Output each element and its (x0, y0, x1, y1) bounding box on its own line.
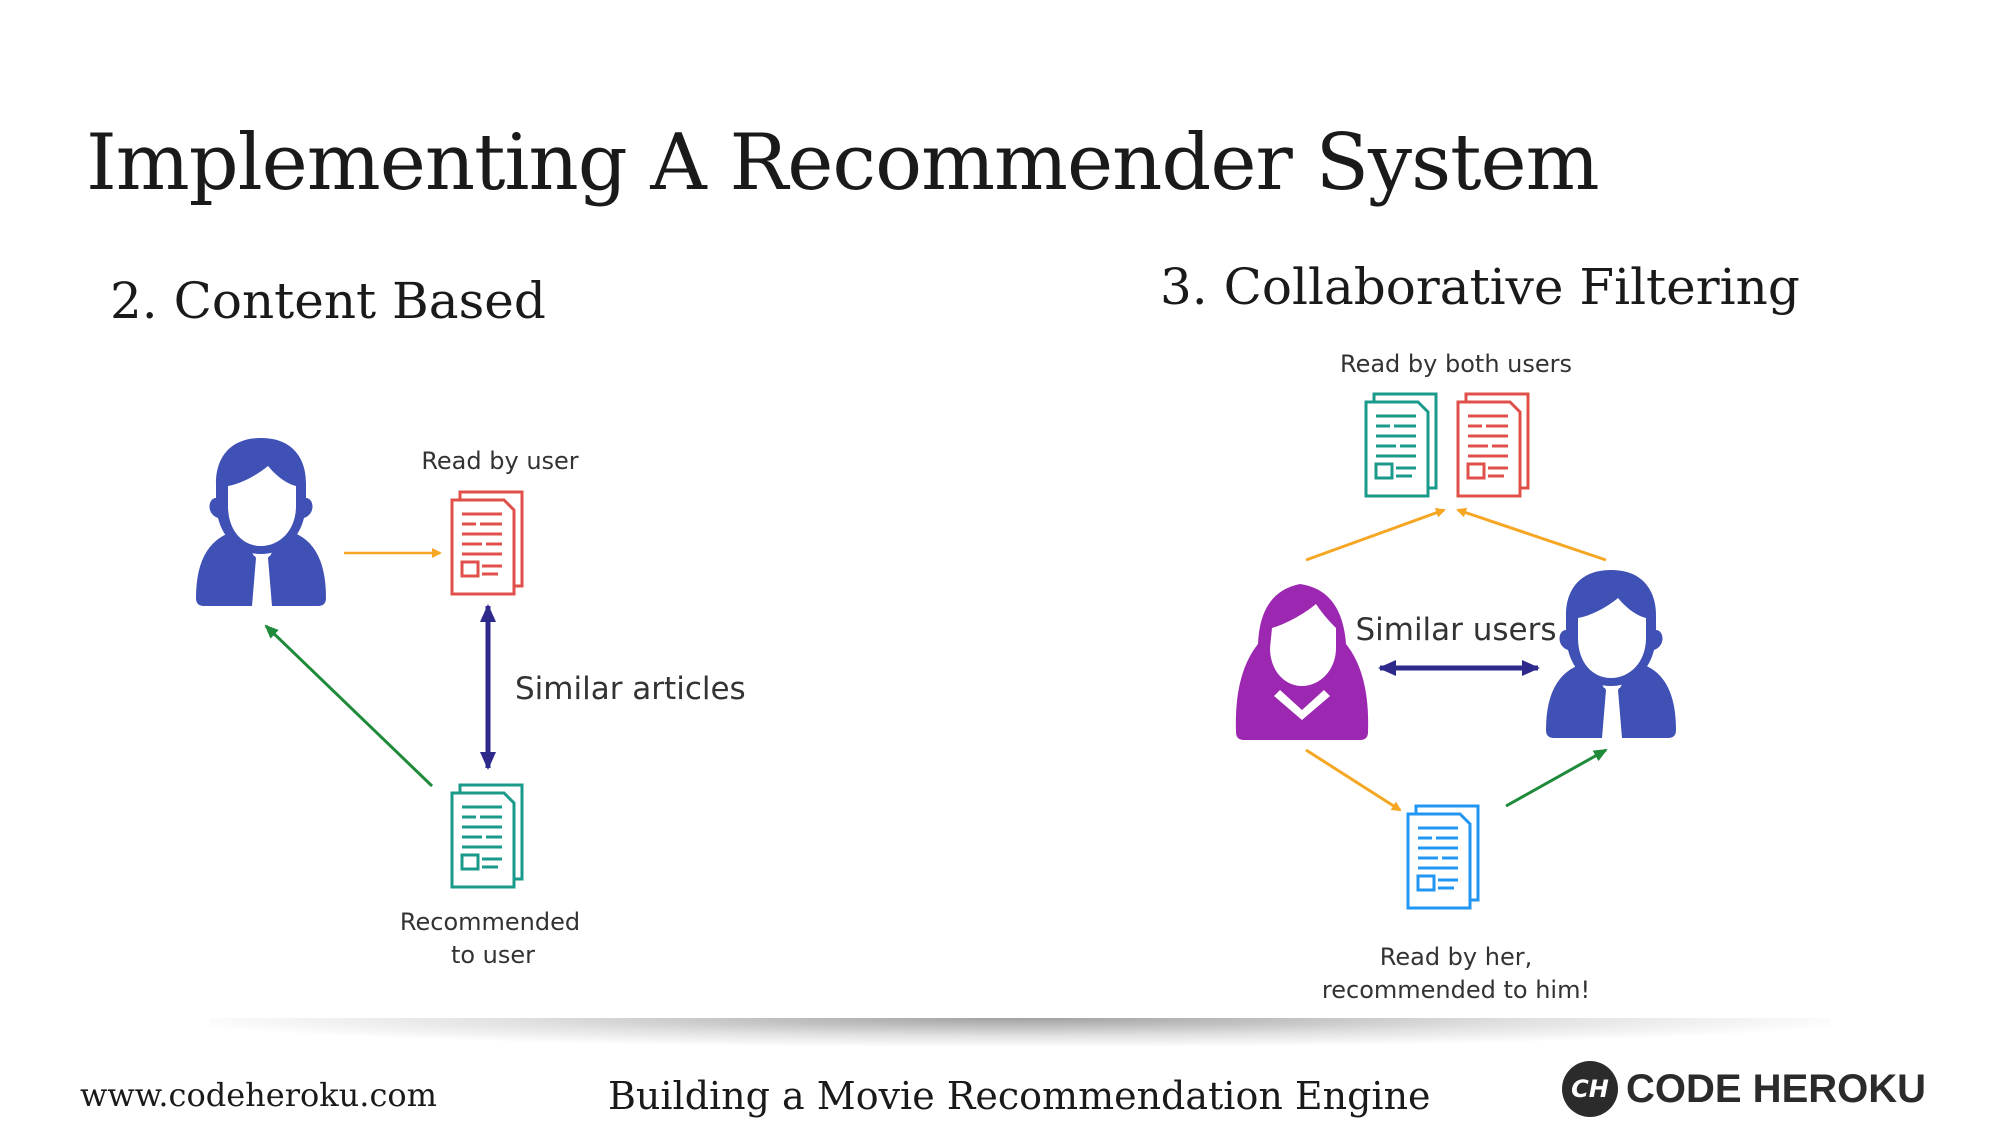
her-read-doc-arrow (1305, 748, 1402, 812)
content-based-diagram: Read by user Similar articles Recommende… (196, 438, 746, 969)
diagrams-canvas: Read by user Similar articles Recommende… (196, 350, 1676, 1004)
recommended-label-line2: to user (451, 941, 535, 969)
footer-url[interactable]: www.codeheroku.com (80, 1076, 437, 1114)
her-doc-icon (1406, 804, 1480, 910)
similar-users-label: Similar users (1355, 612, 1556, 648)
brand-name: CODE HEROKU (1626, 1066, 1927, 1111)
user-icon (196, 438, 326, 606)
code-heroku-logo-icon: CH (1562, 1061, 1618, 1117)
shared-doc-red-icon (1456, 392, 1530, 498)
recommended-doc-icon (450, 783, 524, 889)
footer-title: Building a Movie Recommendation Engine (608, 1074, 1431, 1118)
footer-divider (210, 1018, 1830, 1046)
his-read-arrow (1456, 507, 1607, 562)
recommend-him-arrow (1505, 748, 1608, 808)
read-by-her-label-line1: Read by her, (1380, 943, 1532, 971)
similar-articles-label: Similar articles (515, 671, 746, 707)
collaborative-diagram: Read by both users Similar users Read by… (1235, 350, 1676, 1004)
read-article-doc-icon (450, 490, 524, 596)
recommended-label-line1: Recommended (400, 908, 580, 936)
read-by-user-label: Read by user (421, 447, 578, 475)
brand-logo-group: CH CODE HEROKU (1562, 1060, 1926, 1118)
female-user-icon (1235, 584, 1369, 740)
shared-doc-teal-icon (1364, 392, 1438, 498)
her-read-arrow (1305, 508, 1446, 562)
read-by-both-label: Read by both users (1340, 350, 1572, 378)
recommend-arrow (264, 624, 434, 788)
male-user-icon (1546, 570, 1676, 738)
read-by-her-label-line2: recommended to him! (1322, 976, 1590, 1004)
